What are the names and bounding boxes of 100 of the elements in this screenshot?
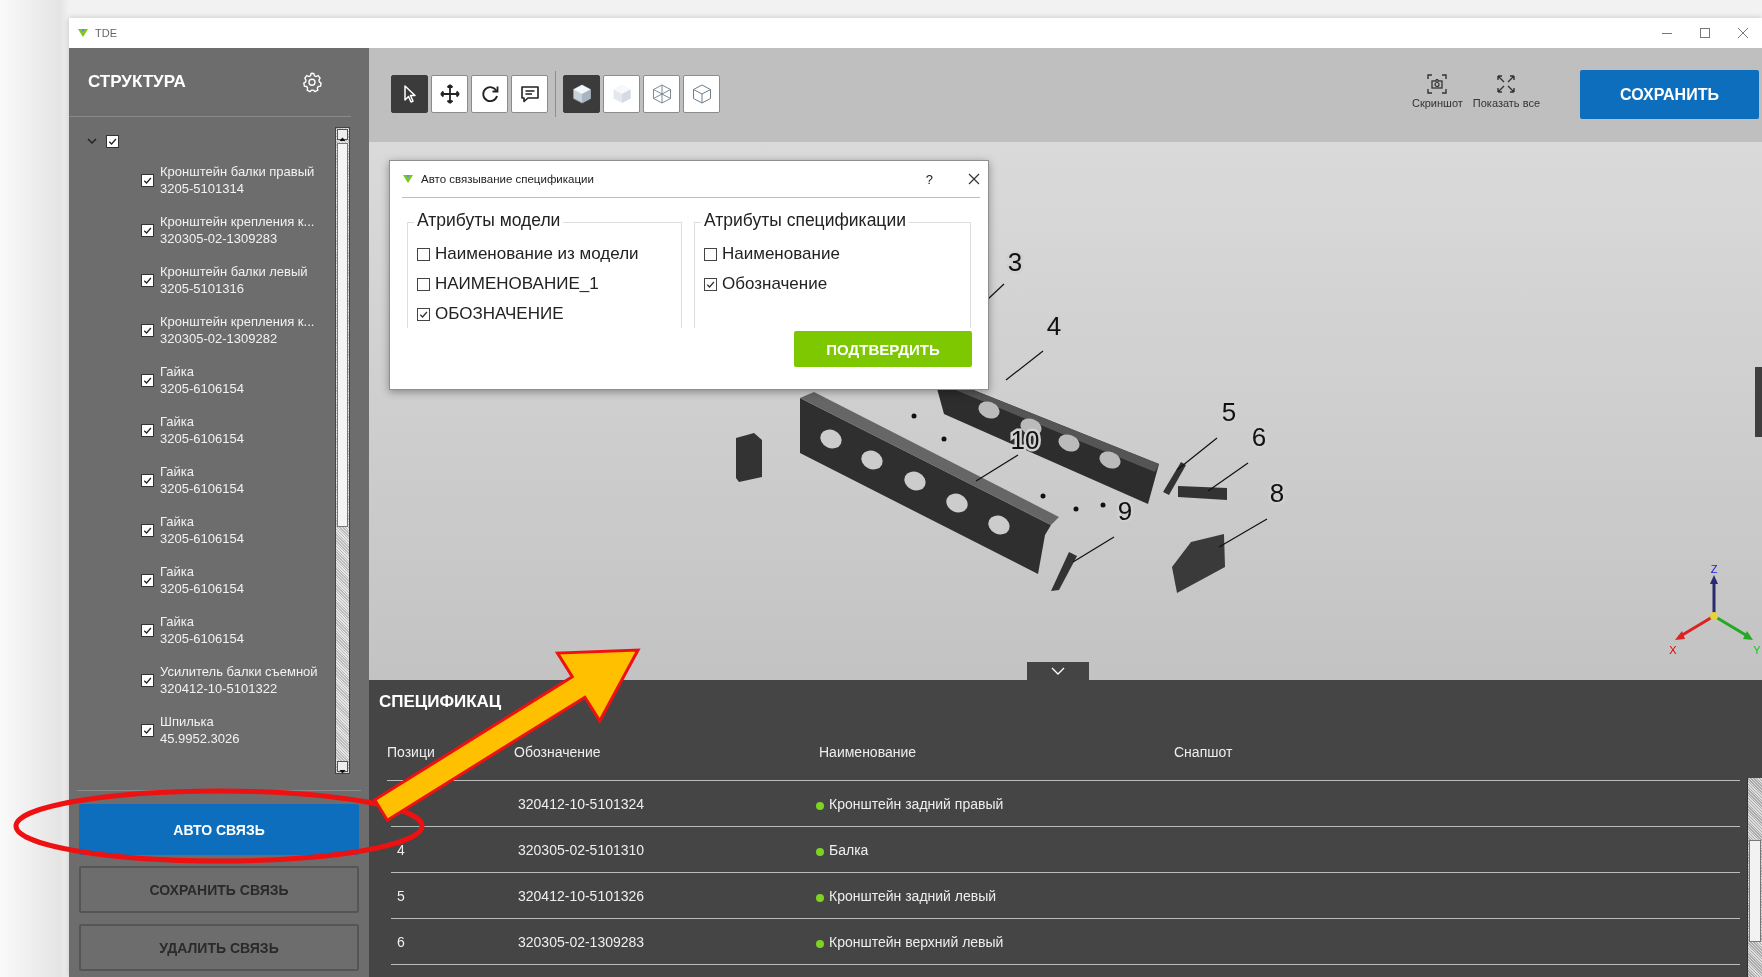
leader-line <box>1072 536 1115 563</box>
checkbox[interactable] <box>106 134 119 148</box>
leader-line <box>975 454 1019 482</box>
checkbox[interactable] <box>141 323 154 337</box>
tree-item-code: 3205-6106154 <box>160 580 244 597</box>
tree-item-code: 3205-6106154 <box>160 480 244 497</box>
table-cell-text: 320412-10-5101324 <box>518 795 646 812</box>
leader-line <box>1176 437 1218 471</box>
callout-number: 3 <box>1007 247 1023 277</box>
table-cell-text: 320305-02-1309283 <box>518 933 646 950</box>
callout-number: 9 <box>1117 496 1133 526</box>
tool-button[interactable] <box>391 75 428 113</box>
tree-item-name[interactable]: Гайка <box>160 363 244 380</box>
tree-item-code: 3205-6106154 <box>160 380 244 397</box>
checkbox[interactable] <box>141 173 154 187</box>
scroll-down-icon[interactable] <box>338 767 347 776</box>
tree-item-code: 320305-02-1309283 <box>160 230 279 247</box>
tree-item-name[interactable]: Кронштейн балки правый <box>160 163 315 180</box>
chevron-down-icon[interactable] <box>87 136 97 146</box>
checkbox[interactable] <box>704 247 717 261</box>
tree-item-name[interactable]: Гайка <box>160 463 244 480</box>
column-header[interactable]: Позици <box>387 744 435 760</box>
window-title: TDE <box>95 27 118 39</box>
tree-item-name[interactable]: Кронштейн балки левый <box>160 263 308 280</box>
leader-line <box>1207 462 1249 492</box>
leader-line <box>1005 350 1044 381</box>
tree-item-code: 3205-6106154 <box>160 630 244 647</box>
tree-item-name[interactable]: Шпилька <box>160 713 240 730</box>
tree-item-name[interactable]: Усилитель балки съемной <box>160 663 318 680</box>
status-dot-icon <box>816 939 824 948</box>
checkbox[interactable] <box>141 423 154 437</box>
axis-label: Y <box>1753 644 1761 656</box>
toolbar-button[interactable]: Показать все <box>1472 74 1540 109</box>
option-label[interactable]: Наименование <box>722 244 840 264</box>
callout-number: 8 <box>1269 478 1285 508</box>
close-icon[interactable] <box>968 173 980 185</box>
collapse-tab[interactable] <box>1027 662 1089 680</box>
scrollbar[interactable] <box>335 127 350 774</box>
callout-number: 5 <box>1221 397 1237 427</box>
group-title: Атрибуты спецификации <box>701 210 909 231</box>
tree-item-name[interactable]: Кронштейн крепления к... <box>160 313 315 330</box>
checkbox[interactable] <box>141 473 154 487</box>
tree-item-name[interactable]: Гайка <box>160 613 244 630</box>
table-cell: Кронштейн задний левый <box>829 887 997 904</box>
checkbox[interactable] <box>417 247 430 261</box>
toolbar-button[interactable]: Скриншот <box>1412 74 1463 109</box>
tree-item-name[interactable]: Гайка <box>160 513 244 530</box>
section-title: СПЕЦИФИКАЦ <box>379 692 502 712</box>
checkbox[interactable] <box>417 307 430 321</box>
checkbox[interactable] <box>141 223 154 237</box>
option-label[interactable]: НАИМЕНОВАНИЕ_1 <box>435 274 599 294</box>
checkbox[interactable] <box>704 277 717 291</box>
tree-item-code: 320412-10-5101322 <box>160 680 279 697</box>
expand-icon <box>1496 74 1517 94</box>
group-title: Атрибуты модели <box>414 210 564 231</box>
settings-icon[interactable] <box>301 71 323 93</box>
option-label[interactable]: ОБОЗНАЧЕНИЕ <box>435 304 564 324</box>
checkbox[interactable] <box>141 573 154 587</box>
option-label[interactable]: Обозначение <box>722 274 828 294</box>
action-button[interactable]: АВТО СВЯЗЬ <box>79 804 359 855</box>
option-label[interactable]: Наименование из модели <box>435 244 639 264</box>
table-cell-text: 6 <box>396 933 406 950</box>
tree-item-code: 320305-02-1309282 <box>160 330 279 347</box>
tree-item-name[interactable]: Кронштейн крепления к... <box>160 213 315 230</box>
status-dot-icon <box>816 893 824 902</box>
status-dot-icon <box>816 847 824 856</box>
chevron-down-icon <box>1051 667 1065 675</box>
checkbox[interactable] <box>141 673 154 687</box>
checkbox[interactable] <box>141 723 154 737</box>
view-mode-button[interactable] <box>563 75 600 113</box>
dialog-title: Авто связывание спецификации <box>421 173 595 185</box>
help-button[interactable]: ? <box>925 171 933 187</box>
maximize-icon[interactable] <box>1699 27 1711 39</box>
column-header[interactable]: Обозначение <box>514 744 601 760</box>
checkbox[interactable] <box>141 623 154 637</box>
tree-item-name[interactable]: Гайка <box>160 413 244 430</box>
table-cell: Балка <box>829 841 869 858</box>
checkbox[interactable] <box>417 277 430 291</box>
tool-button[interactable] <box>431 75 468 113</box>
tree-item-code: 3205-5101316 <box>160 280 245 297</box>
checkbox[interactable] <box>141 273 154 287</box>
tree-item-name[interactable]: Гайка <box>160 563 244 580</box>
leader-line <box>986 283 1005 301</box>
tree-item-code: 3205-5101314 <box>160 180 245 197</box>
tool-button[interactable] <box>511 75 548 113</box>
scrollbar[interactable] <box>1747 778 1762 977</box>
save-button[interactable]: СОХРАНИТЬ <box>1580 70 1759 119</box>
tree-item-code: 3205-6106154 <box>160 530 244 547</box>
checkbox[interactable] <box>141 373 154 387</box>
panel-title: СТРУКТУРА <box>88 72 186 92</box>
status-dot-icon <box>816 801 824 810</box>
table-cell-text: 5 <box>396 887 406 904</box>
callout-number: 4 <box>1046 311 1062 341</box>
tree-item-code: 3205-6106154 <box>160 430 244 447</box>
tool-button[interactable] <box>471 75 508 113</box>
leader-line <box>1218 518 1268 548</box>
axis-label: Z <box>1710 563 1718 575</box>
checkbox[interactable] <box>141 523 154 537</box>
column-header[interactable]: Наименование <box>812 744 917 760</box>
column-header[interactable]: Снапшот <box>1174 744 1233 760</box>
